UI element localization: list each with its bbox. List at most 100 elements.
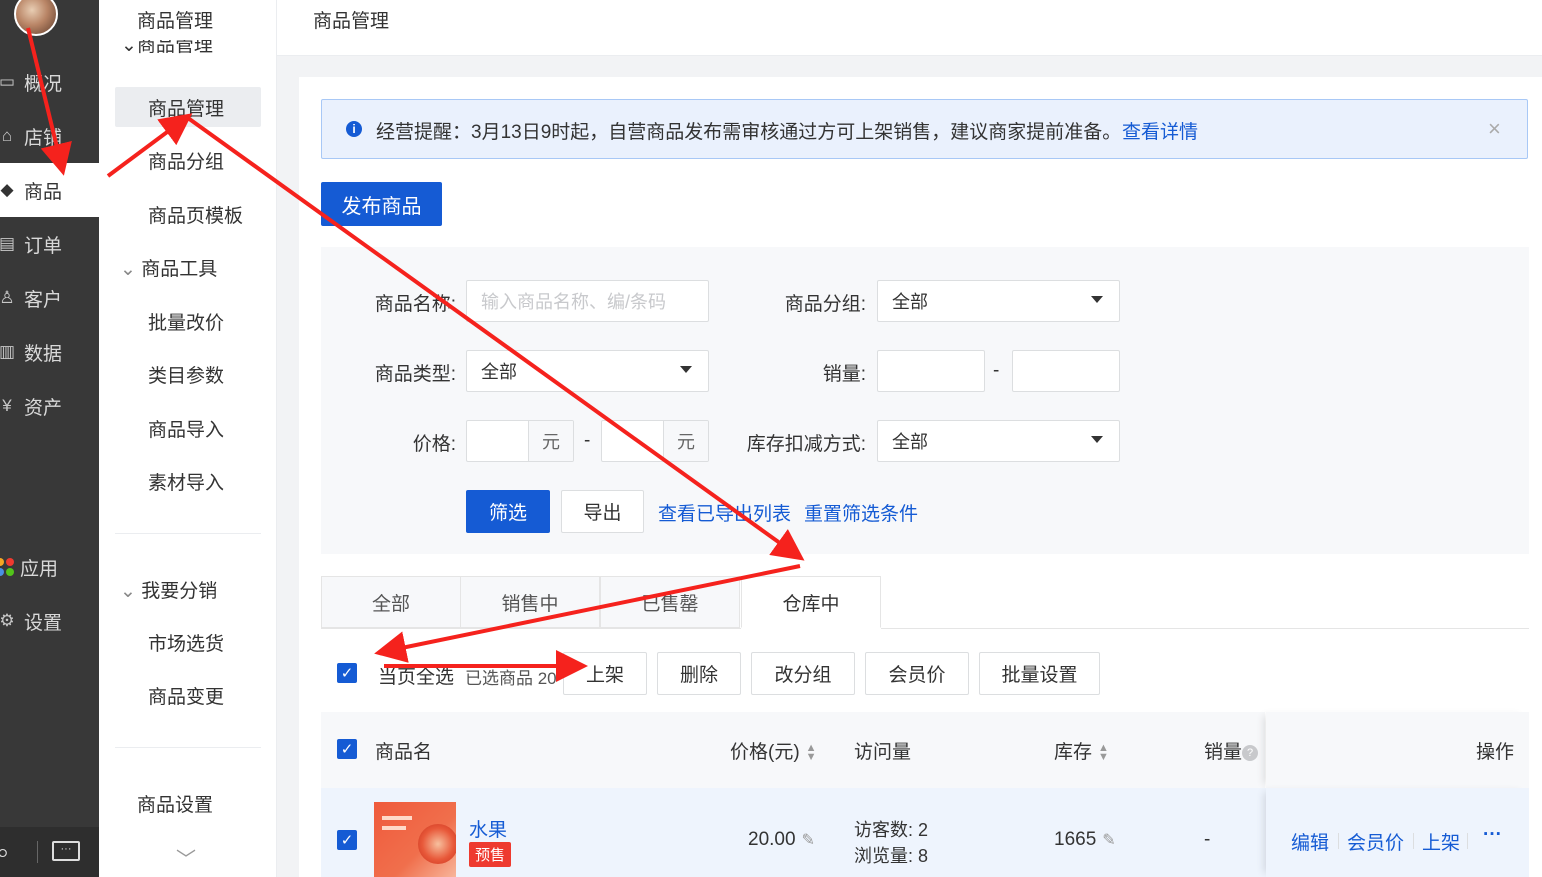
nav-item-assets[interactable]: ¥ 资产 <box>0 379 99 433</box>
goods-name-label: 商品名称: <box>374 294 456 315</box>
sort-icon: ▲ ▼ <box>805 741 817 763</box>
goods-group-select[interactable]: 全部 <box>877 280 1120 322</box>
sales-cell: - <box>1204 829 1211 850</box>
nav-item-overview[interactable]: ▭ 概况 <box>0 55 99 109</box>
sort-icon: ▲ ▼ <box>1098 741 1109 763</box>
stock-deduct-select[interactable]: 全部 <box>877 420 1120 462</box>
header-checkbox[interactable]: ✓ <box>337 739 357 759</box>
export-button[interactable]: 导出 <box>561 490 644 533</box>
notice-detail-link[interactable]: 查看详情 <box>1122 117 1198 144</box>
price-cell: 20.00 ✎ <box>748 829 815 850</box>
goods-name-link[interactable]: 水果 <box>469 815 507 842</box>
nav-item-orders[interactable]: ▤ 订单 <box>0 217 99 271</box>
sub-item-goods-import[interactable]: 商品导入 <box>148 415 224 442</box>
nav-item-store[interactable]: ⌂ 店铺 <box>0 109 99 163</box>
divider <box>1413 833 1414 849</box>
sub-item-goods-change[interactable]: 商品变更 <box>148 682 224 709</box>
sub-group-distribution[interactable]: ⌄ 我要分销 <box>120 576 217 603</box>
publish-goods-button[interactable]: 发布商品 <box>321 182 442 226</box>
nav-item-customers[interactable]: ♙ 客户 <box>0 271 99 325</box>
pencil-icon[interactable]: ✎ <box>802 832 815 849</box>
caret-down-icon <box>1091 296 1103 303</box>
range-separator: - <box>584 430 591 451</box>
divider <box>1467 833 1468 849</box>
sub-item-page-template[interactable]: 商品页模板 <box>148 201 243 228</box>
sidebar-footer: ⌕ ··· <box>0 827 99 877</box>
sales-max-input[interactable] <box>1012 350 1120 392</box>
chevron-down-icon[interactable]: ﹀ <box>176 843 196 872</box>
select-all-checkbox[interactable]: ✓ <box>337 663 357 683</box>
member-price-link[interactable]: 会员价 <box>1347 828 1404 855</box>
caret-down-icon <box>680 366 692 373</box>
more-icon[interactable]: ··· <box>1483 824 1502 846</box>
bulk-settings-button[interactable]: 批量设置 <box>979 652 1100 695</box>
tabs-baseline <box>881 628 1529 629</box>
divider <box>1338 833 1339 849</box>
unit-yuan: 元 <box>528 421 573 461</box>
price-max-input[interactable]: 元 <box>601 420 709 462</box>
sales-min-input[interactable] <box>877 350 985 392</box>
header-goods-name: 商品名 <box>375 742 433 763</box>
sub-item-goods-manage[interactable]: 商品管理 <box>148 94 224 121</box>
range-separator: - <box>993 360 1000 381</box>
monitor-icon: ▭ <box>0 72 16 91</box>
filter-button[interactable]: 筛选 <box>466 490 550 533</box>
sub-item-market-select[interactable]: 市场选货 <box>148 629 224 656</box>
tabs-baseline <box>321 628 741 629</box>
presale-badge: 预售 <box>469 842 512 867</box>
yen-icon: ¥ <box>2 396 12 415</box>
header-stock[interactable]: 库存 ▲ ▼ <box>1054 737 1109 764</box>
goods-name-input[interactable]: 输入商品名称、编/条码 <box>466 280 709 322</box>
price-min-input[interactable]: 元 <box>466 420 574 462</box>
chat-icon[interactable]: ··· <box>52 841 80 861</box>
tab-warehouse[interactable]: 仓库中 <box>741 576 881 628</box>
close-icon[interactable]: × <box>1488 116 1501 142</box>
sub-sidebar-title: 商品管理 <box>137 11 214 32</box>
top-bar: 商品管理 <box>277 0 1542 56</box>
sub-item-goods-settings[interactable]: 商品设置 <box>137 790 213 817</box>
search-icon[interactable]: ⌕ <box>0 839 9 867</box>
goods-type-select[interactable]: 全部 <box>466 350 709 392</box>
bulk-on-shelf-button[interactable]: 上架 <box>563 652 647 695</box>
reset-filters-link[interactable]: 重置筛选条件 <box>804 499 918 526</box>
header-visits: 访问量 <box>854 742 912 763</box>
nav-item-goods[interactable]: ◆ 商品 <box>0 163 99 217</box>
caret-down-icon <box>1091 436 1103 443</box>
stock-deduct-label: 库存扣减方式: <box>746 434 866 455</box>
sub-item-batch-price[interactable]: 批量改价 <box>148 308 224 335</box>
goods-thumbnail[interactable] <box>374 802 456 877</box>
price-label: 价格: <box>412 434 456 455</box>
info-icon: i <box>346 121 362 137</box>
sub-item-goods-group[interactable]: 商品分组 <box>148 147 224 174</box>
bulk-delete-button[interactable]: 删除 <box>657 652 741 695</box>
apps-icon <box>0 558 14 576</box>
sub-item-category-params[interactable]: 类目参数 <box>148 361 224 388</box>
nav-item-apps[interactable]: 应用 <box>0 540 99 594</box>
tag-icon: ◆ <box>0 180 14 199</box>
bulk-member-price-button[interactable]: 会员价 <box>865 652 969 695</box>
visitors-count: 访客数: 2 <box>854 820 929 840</box>
sub-group-header-partial[interactable]: ⌄ 商品管理 <box>121 40 213 60</box>
page-title: 商品管理 <box>313 11 390 32</box>
sub-group-tools[interactable]: ⌄ 商品工具 <box>120 254 217 281</box>
nav-item-data[interactable]: ▥ 数据 <box>0 325 99 379</box>
row-checkbox[interactable]: ✓ <box>337 830 357 850</box>
nav-item-settings[interactable]: ⚙ 设置 <box>0 594 99 648</box>
tab-all[interactable]: 全部 <box>321 576 461 628</box>
edit-link[interactable]: 编辑 <box>1291 828 1329 855</box>
avatar[interactable] <box>14 0 58 36</box>
order-icon: ▤ <box>0 234 16 253</box>
on-shelf-link[interactable]: 上架 <box>1422 828 1460 855</box>
user-icon: ♙ <box>0 288 15 307</box>
chevron-down-icon: ⌄ <box>120 259 142 280</box>
header-ops: 操作 <box>1476 742 1515 763</box>
tab-on-sale[interactable]: 销售中 <box>460 576 600 628</box>
tab-sold-out[interactable]: 已售罄 <box>600 576 740 628</box>
pencil-icon[interactable]: ✎ <box>1102 832 1115 849</box>
main-sidebar: ▭ 概况 ⌂ 店铺 ◆ 商品 ▤ 订单 ♙ 客户 ▥ 数据 ¥ 资产 应用 ⚙ 设置 ⌕ ··· <box>0 0 99 877</box>
bulk-change-group-button[interactable]: 改分组 <box>751 652 855 695</box>
view-exports-link[interactable]: 查看已导出列表 <box>658 499 791 526</box>
help-icon[interactable]: ? <box>1242 745 1259 761</box>
header-price[interactable]: 价格(元) ▲ ▼ <box>730 737 817 764</box>
sub-item-material-import[interactable]: 素材导入 <box>148 468 224 495</box>
